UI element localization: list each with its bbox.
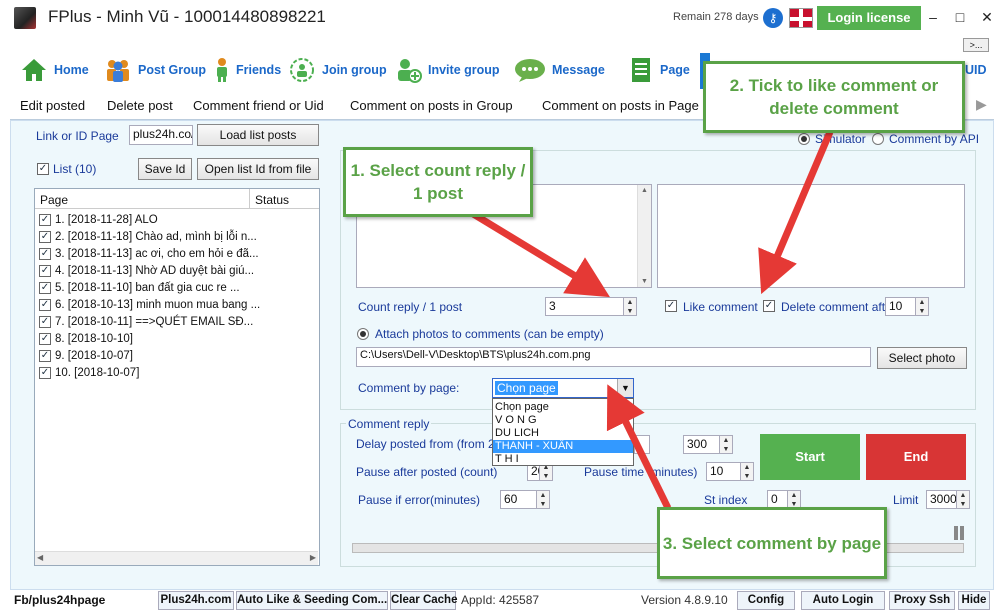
plus24h-button[interactable]: Plus24h.com — [158, 591, 234, 610]
status-bar: Fb/plus24hpage Plus24h.com Auto Like & S… — [0, 590, 1004, 612]
version: Version 4.8.9.10 — [641, 593, 728, 607]
callout-count-reply: 1. Select count reply / 1 post — [343, 147, 533, 217]
callout-like-delete: 2. Tick to like comment or delete commen… — [703, 61, 965, 133]
clear-cache-button[interactable]: Clear Cache — [390, 591, 457, 610]
proxy-ssh-button[interactable]: Proxy Ssh — [889, 591, 955, 610]
app-id: AppId: 425587 — [461, 593, 540, 607]
hide-button[interactable]: Hide — [958, 591, 990, 610]
arrow-to-delete-comment — [758, 130, 834, 295]
arrow-to-count-reply — [468, 209, 610, 298]
auto-like-button[interactable]: Auto Like & Seeding Com... — [236, 591, 388, 610]
auto-login-button[interactable]: Auto Login — [801, 591, 885, 610]
arrow-to-comment-by-page — [606, 384, 672, 510]
fb-page-link[interactable]: Fb/plus24hpage — [14, 593, 105, 607]
config-button[interactable]: Config — [737, 591, 795, 610]
callout-comment-by-page: 3. Select comment by page — [657, 507, 887, 579]
